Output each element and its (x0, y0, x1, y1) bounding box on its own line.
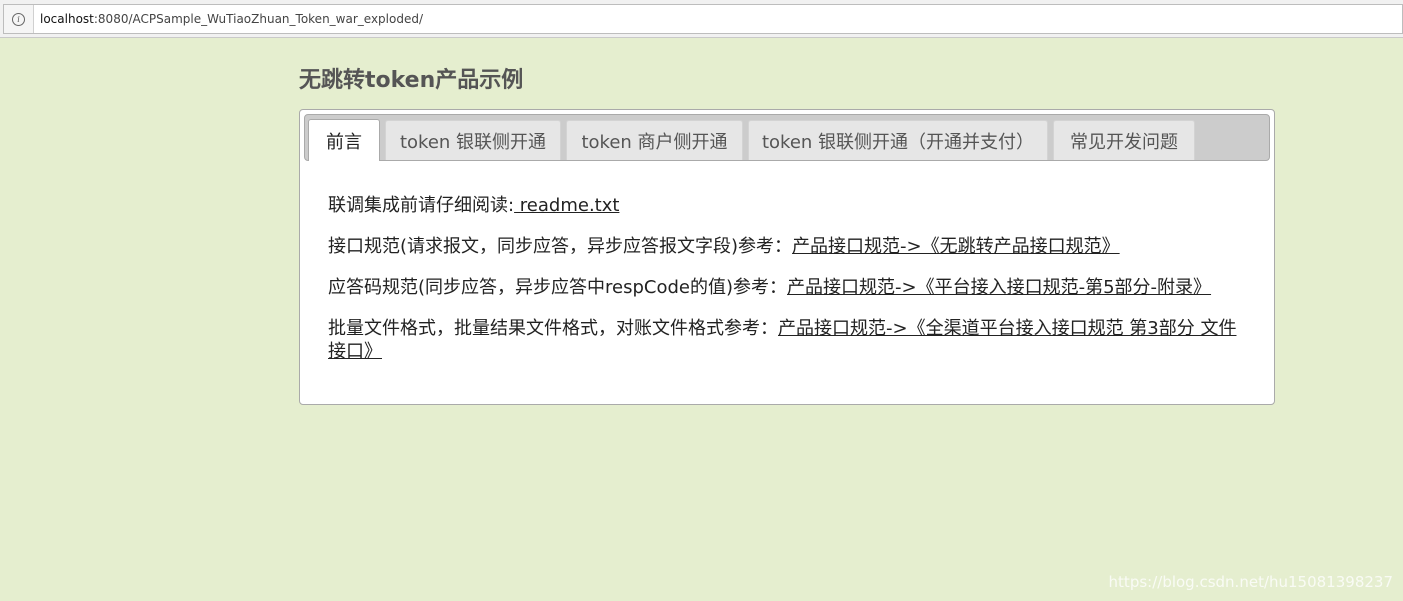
site-info-icon[interactable]: i (4, 5, 34, 33)
file-format-text: 批量文件格式，批量结果文件格式，对账文件格式参考： (328, 318, 778, 339)
tab-token-unionpay-open-pay[interactable]: token 银联侧开通（开通并支付） (748, 120, 1048, 160)
url-path: :8080/ACPSample_WuTiaoZhuan_Token_war_ex… (93, 12, 424, 26)
tab-token-unionpay-open[interactable]: token 银联侧开通 (385, 120, 561, 160)
tab-preface[interactable]: 前言 (308, 119, 380, 161)
url-text[interactable]: localhost:8080/ACPSample_WuTiaoZhuan_Tok… (40, 12, 423, 26)
tab-faq[interactable]: 常见开发问题 (1053, 120, 1195, 160)
watermark: https://blog.csdn.net/hu15081398237 (1108, 573, 1393, 591)
readme-line: 联调集成前请仔细阅读: readme.txt (328, 194, 1238, 217)
browser-toolbar: i localhost:8080/ACPSample_WuTiaoZhuan_T… (0, 0, 1403, 38)
tab-content: 联调集成前请仔细阅读: readme.txt 接口规范(请求报文，同步应答，异步… (328, 194, 1238, 381)
address-bar[interactable]: i localhost:8080/ACPSample_WuTiaoZhuan_T… (3, 4, 1403, 34)
readme-link[interactable]: readme.txt (514, 195, 620, 216)
interface-spec-link[interactable]: 产品接口规范->《无跳转产品接口规范》 (792, 236, 1120, 257)
interface-spec-line: 接口规范(请求报文，同步应答，异步应答报文字段)参考：产品接口规范->《无跳转产… (328, 235, 1238, 258)
tab-bar: 前言 token 银联侧开通 token 商户侧开通 token 银联侧开通（开… (304, 114, 1270, 161)
tab-widget: 前言 token 银联侧开通 token 商户侧开通 token 银联侧开通（开… (299, 109, 1275, 405)
page-title: 无跳转token产品示例 (299, 68, 524, 93)
response-code-link[interactable]: 产品接口规范->《平台接入接口规范-第5部分-附录》 (787, 277, 1211, 298)
tab-token-merchant-open[interactable]: token 商户侧开通 (566, 120, 743, 160)
readme-text: 联调集成前请仔细阅读: (328, 195, 515, 216)
file-format-line: 批量文件格式，批量结果文件格式，对账文件格式参考：产品接口规范->《全渠道平台接… (328, 317, 1238, 363)
response-code-text: 应答码规范(同步应答，异步应答中respCode的值)参考： (328, 277, 788, 298)
interface-spec-text: 接口规范(请求报文，同步应答，异步应答报文字段)参考： (328, 236, 793, 257)
response-code-line: 应答码规范(同步应答，异步应答中respCode的值)参考：产品接口规范->《平… (328, 276, 1238, 299)
url-host: localhost (40, 12, 94, 26)
